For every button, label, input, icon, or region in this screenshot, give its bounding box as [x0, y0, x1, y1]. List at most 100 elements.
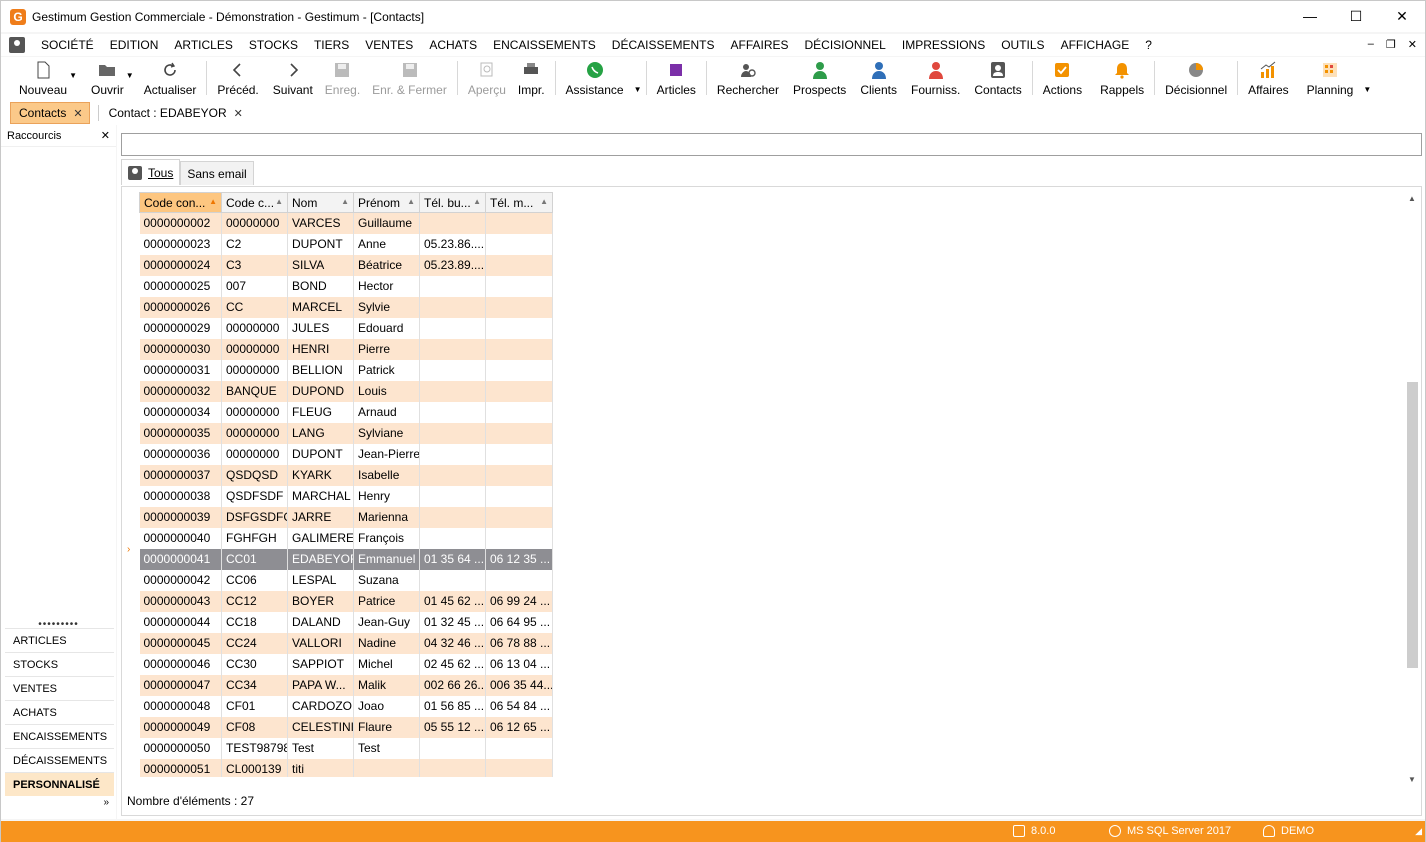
table-cell[interactable]: 0000000046 [139, 653, 222, 675]
table-cell[interactable]: BANQUE [221, 380, 288, 402]
actions-button[interactable]: Actions [1039, 57, 1086, 101]
table-row[interactable]: 0000000039 DSFGSDFG JARRE Marienna [139, 506, 553, 528]
tab-tous[interactable]: Tous [121, 159, 181, 185]
table-row[interactable]: 0000000035 00000000 LANG Sylviane [139, 422, 553, 444]
table-cell[interactable]: Test [287, 737, 354, 759]
shortcut-encaissements[interactable]: ENCAISSEMENTS [5, 724, 114, 748]
rappels-button[interactable]: Rappels [1096, 57, 1148, 101]
table-cell[interactable]: 01 56 85 ... [419, 695, 486, 717]
table-cell[interactable]: Joao [353, 695, 420, 717]
table-row[interactable]: 0000000040 FGHFGH GALIMERE François [139, 527, 553, 549]
shortcut-articles[interactable]: ARTICLES [5, 628, 114, 652]
table-cell[interactable]: titi [287, 758, 354, 777]
assistance-button[interactable]: Assistance ▼ [562, 57, 642, 101]
table-cell[interactable]: 05 55 12 ... [419, 716, 486, 738]
table-cell[interactable]: Test [353, 737, 420, 759]
fourniss-button[interactable]: Fourniss. [907, 57, 964, 101]
table-cell[interactable]: 002 66 26... [419, 674, 486, 696]
suivant-button[interactable]: Suivant [269, 57, 317, 101]
table-cell[interactable] [485, 464, 553, 486]
table-cell[interactable]: 006 35 44... [485, 674, 553, 696]
table-cell[interactable]: Jean-Guy [353, 611, 420, 633]
actualiser-button[interactable]: Actualiser [140, 57, 201, 101]
column-header-code-contact[interactable]: Code con... ▲ [139, 192, 222, 213]
table-cell[interactable]: Jean-Pierre [353, 443, 420, 465]
vertical-scrollbar[interactable]: ▲ ▼ [1405, 192, 1419, 787]
table-cell[interactable]: 0000000047 [139, 674, 222, 696]
table-row[interactable]: 0000000048 CF01 CARDOZO Joao 01 56 85 ... 06 … [139, 695, 553, 717]
table-cell[interactable]: EDABEYOR [287, 548, 354, 570]
table-cell[interactable]: DUPOND [287, 380, 354, 402]
table-cell[interactable]: 0000000024 [139, 254, 222, 276]
preced-button[interactable]: Précéd. [213, 57, 262, 101]
column-header-tel-mobile[interactable]: Tél. m... ▲ [485, 192, 553, 213]
table-cell[interactable]: HENRI [287, 338, 354, 360]
table-cell[interactable]: 0000000041 [139, 548, 222, 570]
table-cell[interactable]: 0000000023 [139, 233, 222, 255]
scroll-down-icon[interactable]: ▼ [1405, 773, 1419, 787]
table-row[interactable]: 0000000023 C2 DUPONT Anne 05.23.86.... [139, 233, 553, 255]
table-cell[interactable] [419, 443, 486, 465]
table-cell[interactable]: Flaure [353, 716, 420, 738]
table-cell[interactable]: Marienna [353, 506, 420, 528]
scroll-thumb[interactable] [1407, 382, 1418, 668]
nouveau-dropdown-icon[interactable]: ▼ [69, 71, 77, 80]
table-cell[interactable] [485, 338, 553, 360]
table-cell[interactable] [419, 506, 486, 528]
table-cell[interactable]: DUPONT [287, 233, 354, 255]
table-cell[interactable]: VARCES [287, 212, 354, 234]
table-cell[interactable]: MARCHAL [287, 485, 354, 507]
table-cell[interactable] [419, 401, 486, 423]
close-button[interactable]: ✕ [1379, 1, 1425, 32]
table-cell[interactable] [485, 422, 553, 444]
table-row[interactable]: 0000000042 CC06 LESPAL Suzana [139, 569, 553, 591]
table-cell[interactable]: CC [221, 296, 288, 318]
table-cell[interactable]: François [353, 527, 420, 549]
shortcut-achats[interactable]: ACHATS [5, 700, 114, 724]
mdi-restore-button[interactable]: ❐ [1386, 38, 1396, 51]
articles-button[interactable]: Articles [653, 57, 700, 101]
table-cell[interactable] [419, 485, 486, 507]
table-cell[interactable]: 00000000 [221, 422, 288, 444]
menu-affichage[interactable]: AFFICHAGE [1061, 38, 1130, 52]
shortcut-ventes[interactable]: VENTES [5, 676, 114, 700]
mdi-minimize-button[interactable]: – [1368, 38, 1374, 51]
menu-outils[interactable]: OUTILS [1001, 38, 1044, 52]
table-row[interactable]: 0000000046 CC30 SAPPIOT Michel 02 45 62 ... 0… [139, 653, 553, 675]
menu-decisionnel[interactable]: DÉCISIONNEL [805, 38, 886, 52]
table-cell[interactable]: 00000000 [221, 359, 288, 381]
table-cell[interactable] [419, 317, 486, 339]
table-cell[interactable] [485, 485, 553, 507]
table-cell[interactable]: Sylviane [353, 422, 420, 444]
menu-achats[interactable]: ACHATS [429, 38, 477, 52]
table-cell[interactable]: 0000000050 [139, 737, 222, 759]
table-cell[interactable]: FLEUG [287, 401, 354, 423]
table-cell[interactable]: Nadine [353, 632, 420, 654]
table-cell[interactable]: Isabelle [353, 464, 420, 486]
menu-ventes[interactable]: VENTES [365, 38, 413, 52]
table-cell[interactable]: 06 13 04 ... [485, 653, 553, 675]
toolbar-overflow-icon[interactable]: ▼ [1363, 85, 1371, 94]
clients-button[interactable]: Clients [856, 57, 901, 101]
table-cell[interactable]: VALLORI [287, 632, 354, 654]
table-cell[interactable]: CELESTINI [287, 716, 354, 738]
table-cell[interactable]: 00000000 [221, 317, 288, 339]
table-cell[interactable]: QSDQSD [221, 464, 288, 486]
table-cell[interactable]: 0000000035 [139, 422, 222, 444]
table-cell[interactable]: Hector [353, 275, 420, 297]
table-cell[interactable] [419, 380, 486, 402]
table-cell[interactable]: DSFGSDFG [221, 506, 288, 528]
table-row[interactable]: 0000000032 BANQUE DUPOND Louis [139, 380, 553, 402]
table-cell[interactable] [485, 380, 553, 402]
table-cell[interactable]: LESPAL [287, 569, 354, 591]
table-cell[interactable]: CC30 [221, 653, 288, 675]
table-cell[interactable]: QSDFSDF [221, 485, 288, 507]
table-cell[interactable] [485, 506, 553, 528]
table-cell[interactable]: 0000000049 [139, 716, 222, 738]
table-cell[interactable]: LANG [287, 422, 354, 444]
shortcut-decaissements[interactable]: DÉCAISSEMENTS [5, 748, 114, 772]
table-cell[interactable] [419, 422, 486, 444]
table-cell[interactable] [419, 737, 486, 759]
table-row[interactable]: 0000000024 C3 SILVA Béatrice 05.23.89.... [139, 254, 553, 276]
table-cell[interactable]: CC18 [221, 611, 288, 633]
